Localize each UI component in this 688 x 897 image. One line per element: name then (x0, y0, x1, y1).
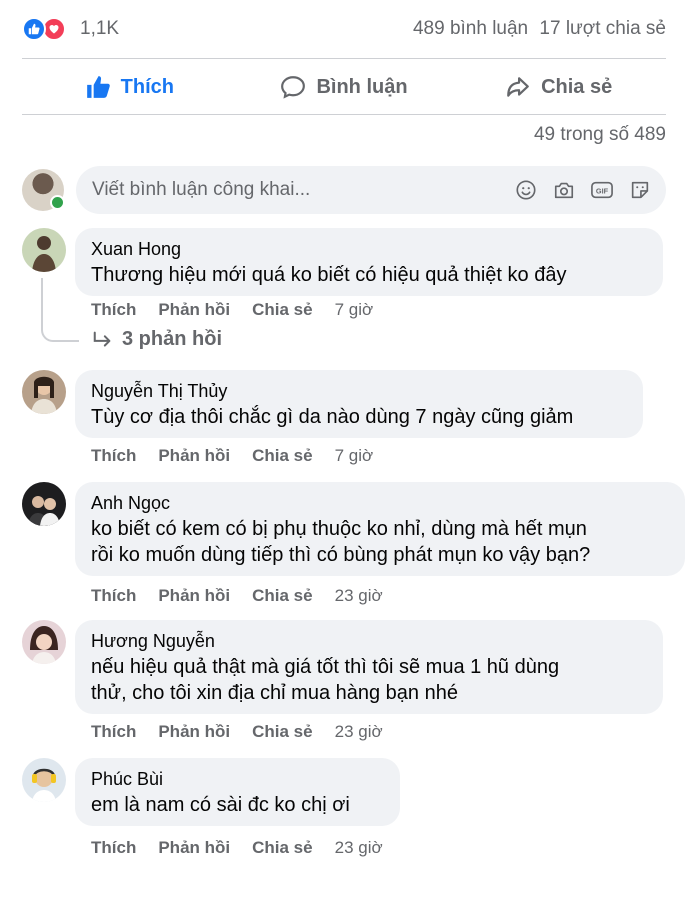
comment-input-placeholder: Viết bình luận công khai... (92, 179, 311, 200)
divider (22, 58, 666, 59)
post-action-bar: Thích Bình luận Chia sẻ (22, 60, 666, 114)
comment-text: Thương hiệu mới quá ko biết có hiệu quả … (91, 264, 567, 286)
comment-like-button[interactable]: Thích (91, 722, 136, 742)
avatar[interactable] (22, 228, 66, 272)
comment-button[interactable]: Bình luận (237, 74, 452, 100)
sticker-icon[interactable] (628, 178, 652, 202)
comment-composer: Viết bình luận công khai... GIF (22, 166, 666, 214)
camera-icon[interactable] (552, 178, 576, 202)
comment-bubble: Xuan Hong Thương hiệu mới quá ko biết có… (75, 228, 663, 296)
comment-input[interactable]: Viết bình luận công khai... GIF (76, 166, 666, 214)
comment-bubble: Anh Ngọc ko biết có kem có bị phụ thuộc … (75, 482, 685, 576)
comment-text-line-1: nếu hiệu quả thật mà giá tốt thì tôi sẽ … (91, 656, 560, 678)
comment-share-button[interactable]: Chia sẻ (252, 586, 312, 606)
comment-like-button[interactable]: Thích (91, 586, 136, 606)
like-label: Thích (120, 75, 174, 98)
share-button[interactable]: Chia sẻ (451, 74, 666, 100)
reply-thread-line (41, 278, 79, 342)
composer-tools: GIF (500, 178, 652, 202)
comment-timestamp[interactable]: 23 giờ (335, 838, 383, 858)
comment-bubble: Hương Nguyễn nếu hiệu quả thật mà giá tố… (75, 620, 663, 714)
gif-icon[interactable]: GIF (590, 178, 614, 202)
comment-share-button[interactable]: Chia sẻ (252, 446, 312, 466)
share-arrow-icon (507, 77, 529, 97)
current-user-avatar[interactable] (22, 169, 65, 211)
comment-bubble: Nguyễn Thị Thủy Tùy cơ địa thôi chắc gì … (75, 370, 643, 438)
comment-author[interactable]: Xuan Hong (91, 238, 647, 260)
comment-like-button[interactable]: Thích (91, 446, 136, 466)
comment-timestamp[interactable]: 23 giờ (335, 586, 383, 606)
comment-share-button[interactable]: Chia sẻ (252, 838, 312, 858)
comment-author[interactable]: Nguyễn Thị Thủy (91, 380, 627, 402)
comment-share-button[interactable]: Chia sẻ (252, 300, 312, 320)
online-status-dot (50, 195, 65, 210)
comment-like-button[interactable]: Thích (91, 300, 136, 320)
comment-timestamp[interactable]: 23 giờ (335, 722, 383, 742)
reply-arrow-icon (93, 331, 111, 347)
avatar[interactable] (22, 370, 66, 414)
comment-actions: Thích Phản hồi Chia sẻ 23 giờ (91, 838, 383, 858)
comment-reply-button[interactable]: Phản hồi (158, 446, 230, 466)
avatar[interactable] (22, 482, 66, 526)
comment-like-button[interactable]: Thích (91, 838, 136, 858)
comment-text-line-2: thử, cho tôi xin địa chỉ mua hàng bạn nh… (91, 682, 458, 704)
comment-timestamp[interactable]: 7 giờ (335, 446, 374, 466)
comment-text-line-2: rồi ko muốn dùng tiếp thì có bùng phát m… (91, 544, 591, 566)
comment-share-button[interactable]: Chia sẻ (252, 722, 312, 742)
comment-author[interactable]: Hương Nguyễn (91, 630, 647, 652)
comment-text: em là nam có sài đc ko chị ơi (91, 794, 350, 816)
comment-reply-button[interactable]: Phản hồi (158, 300, 230, 320)
emoji-icon[interactable] (514, 178, 538, 202)
comment-actions: Thích Phản hồi Chia sẻ 23 giờ (91, 586, 383, 606)
comment-actions: Thích Phản hồi Chia sẻ 7 giờ (91, 446, 373, 466)
comment-count[interactable]: 489 bình luận (413, 18, 528, 39)
speech-bubble-icon (281, 76, 306, 99)
comment-actions: Thích Phản hồi Chia sẻ 7 giờ (91, 300, 373, 320)
comment-reply-button[interactable]: Phản hồi (158, 586, 230, 606)
comment-text-line-1: ko biết có kem có bị phụ thuộc ko nhỉ, d… (91, 518, 587, 540)
avatar[interactable] (22, 758, 66, 802)
like-button[interactable]: Thích (22, 74, 237, 100)
view-replies-link[interactable]: 3 phản hồi (92, 328, 222, 351)
comment-reply-button[interactable]: Phản hồi (158, 722, 230, 742)
replies-count: 3 phản hồi (122, 328, 222, 350)
svg-text:GIF: GIF (596, 187, 609, 196)
comment-label: Bình luận (316, 75, 408, 98)
comment-bubble: Phúc Bùi em là nam có sài đc ko chị ơi (75, 758, 400, 826)
reaction-count[interactable]: 1,1K (80, 18, 119, 40)
comment-range-label[interactable]: 49 trong số 489 (534, 124, 666, 146)
reaction-stats-bar: 1,1K 489 bình luận 17 lượt chia sẻ (22, 12, 666, 46)
divider (22, 114, 666, 115)
engagement-counts: 489 bình luận 17 lượt chia sẻ (413, 18, 666, 40)
comment-timestamp[interactable]: 7 giờ (335, 300, 374, 320)
comment-author[interactable]: Phúc Bùi (91, 768, 384, 790)
share-count[interactable]: 17 lượt chia sẻ (539, 18, 666, 39)
like-icon (22, 17, 46, 41)
comment-text: Tùy cơ địa thôi chắc gì da nào dùng 7 ng… (91, 406, 574, 428)
comment-actions: Thích Phản hồi Chia sẻ 23 giờ (91, 722, 383, 742)
share-label: Chia sẻ (541, 75, 613, 98)
thumbs-up-icon (86, 76, 110, 98)
comment-author[interactable]: Anh Ngọc (91, 492, 669, 514)
avatar[interactable] (22, 620, 66, 664)
reactions-summary[interactable]: 1,1K (22, 17, 119, 41)
comment-reply-button[interactable]: Phản hồi (158, 838, 230, 858)
